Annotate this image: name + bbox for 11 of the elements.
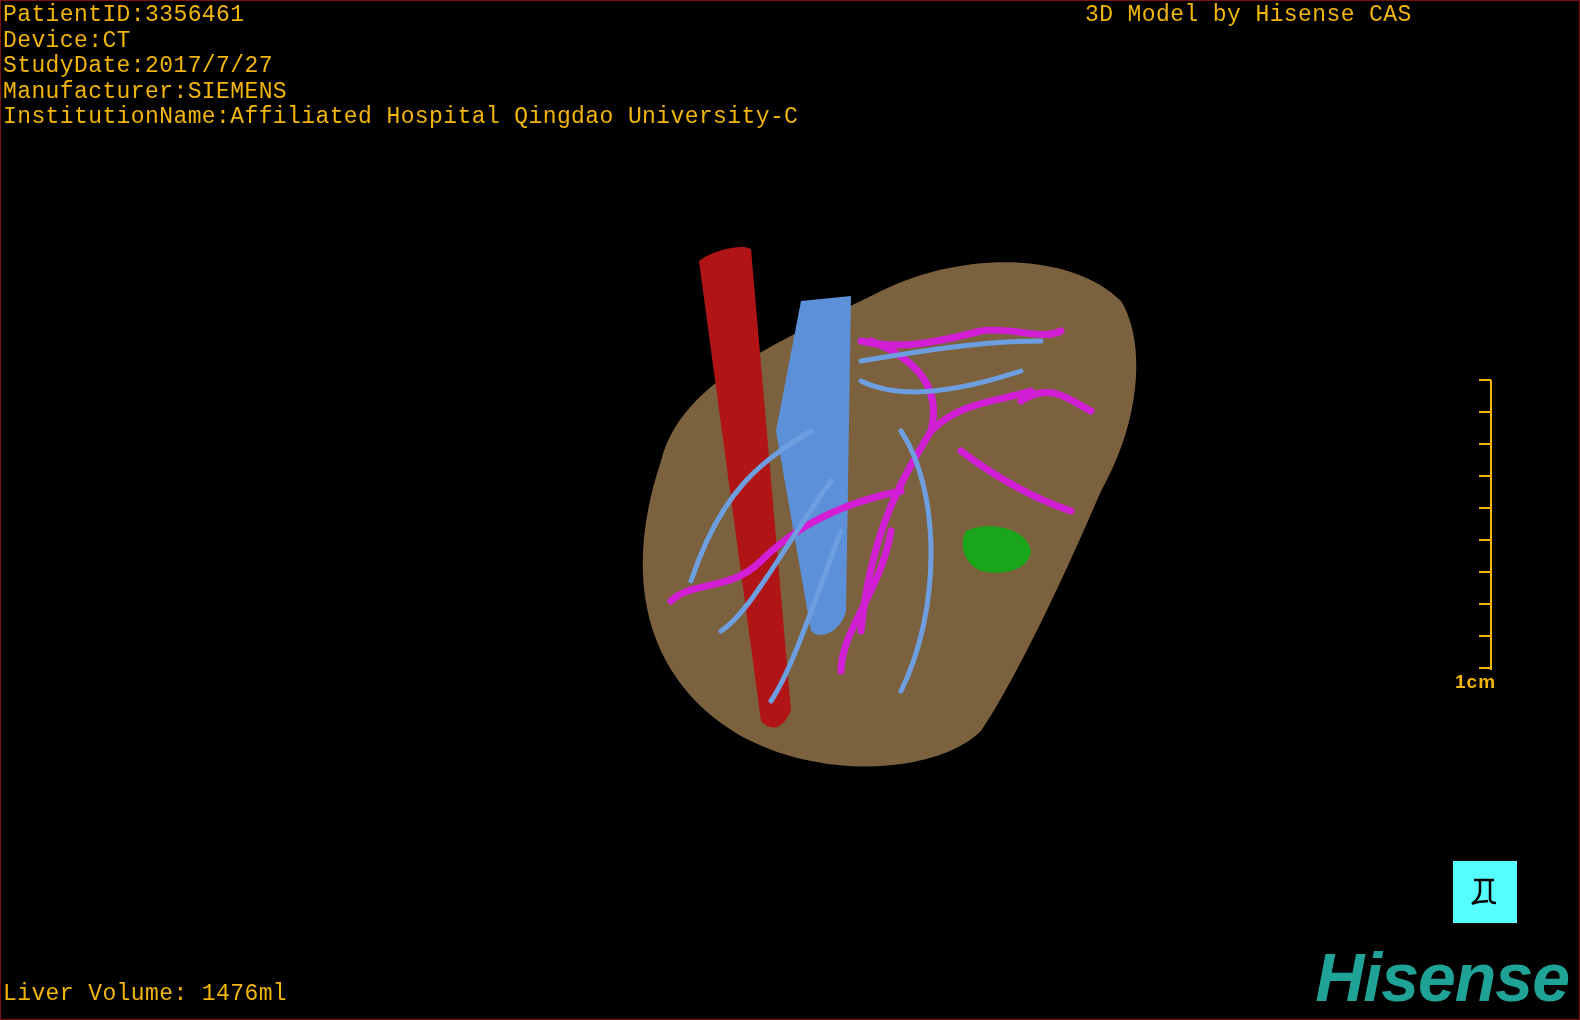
orientation-cube[interactable] (1453, 861, 1517, 923)
model-credit-text: 3D Model by Hisense CAS (1085, 3, 1412, 29)
patient-info-text: Device:CT (3, 28, 132, 54)
patient-info-text: InstitutionName:Affiliated Hospital Qingdao University-C (3, 105, 799, 131)
patient-info-text: PatientID:3356461 (3, 3, 246, 29)
patient-info-text: Manufacturer:SIEMENS (3, 79, 289, 105)
3d-viewport[interactable]: PatientID:3356461 Device:CT StudyDate:2017/7/27 Manufacturer:SIEMENS InstitutionName:Affiliated Hospital Qingdao University-C 3D Model by Hisense CAS 1cm Liver Volume: 1476ml Hisense (0, 0, 1580, 1020)
patient-info-text: StudyDate:2017/7/27 (3, 54, 274, 80)
scale-label: 1cm (1455, 671, 1497, 693)
logo: Hisense (1315, 943, 1570, 1011)
liver-volume-text: Liver Volume: 1476ml (3, 981, 288, 1007)
